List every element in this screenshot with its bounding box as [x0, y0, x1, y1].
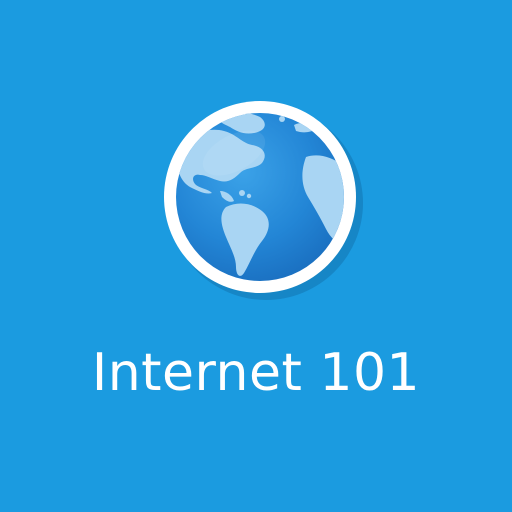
app-tile[interactable]: Internet 101: [0, 0, 512, 512]
app-title: Internet 101: [91, 343, 421, 403]
globe-icon: [156, 97, 368, 303]
